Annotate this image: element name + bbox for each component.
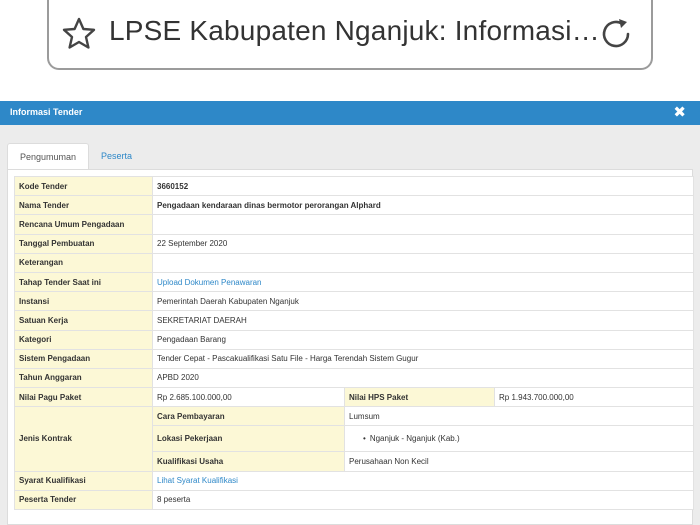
- table-row: Tanggal Pembuatan 22 September 2020: [14, 233, 694, 254]
- tanggal-value: 22 September 2020: [152, 233, 694, 254]
- kategori-value: Pengadaan Barang: [152, 329, 694, 350]
- sub-label: Cara Pembayaran: [152, 406, 345, 427]
- rup-value: [152, 214, 694, 235]
- table-row: Jenis Kontrak Cara Pembayaran Lumsum: [14, 406, 694, 472]
- instansi-value: Pemerintah Daerah Kabupaten Nganjuk: [152, 291, 694, 312]
- table-row: Syarat Kualifikasi Lihat Syarat Kualifik…: [14, 470, 694, 491]
- tahap-tender-link[interactable]: Upload Dokumen Penawaran: [157, 278, 262, 287]
- sistem-value: Tender Cepat - Pascakualifikasi Satu Fil…: [152, 348, 694, 369]
- row-label: Syarat Kualifikasi: [14, 470, 153, 491]
- sub-label: Lokasi Pekerjaan: [152, 425, 345, 453]
- table-row: Tahun Anggaran APBD 2020: [14, 367, 694, 389]
- table-row: Nilai Pagu Paket Rp 2.685.100.000,00 Nil…: [14, 387, 694, 408]
- kualifikasi-usaha-value: Perusahaan Non Kecil: [344, 451, 694, 472]
- row-label: Satuan Kerja: [14, 310, 153, 331]
- tab-panel: Kode Tender 3660152 Nama Tender Pengadaa…: [7, 169, 694, 525]
- tender-info-table: Kode Tender 3660152 Nama Tender Pengadaa…: [14, 175, 694, 511]
- table-row: Peserta Tender 8 peserta: [14, 489, 694, 511]
- row-label: Kategori: [14, 329, 153, 350]
- row-label: Sistem Pengadaan: [14, 348, 153, 369]
- modal-body: Pengumuman Peserta Kode Tender 3660152 N…: [0, 125, 700, 525]
- lokasi-list: Nganjuk - Nganjuk (Kab.): [349, 434, 689, 443]
- lokasi-cell: Nganjuk - Nganjuk (Kab.): [344, 425, 694, 453]
- cara-value: Lumsum: [344, 406, 694, 427]
- table-row: Keterangan: [14, 252, 694, 273]
- nama-tender-value: Pengadaan kendaraan dinas bermotor peror…: [152, 195, 694, 216]
- table-row: Kategori Pengadaan Barang: [14, 329, 694, 350]
- table-row: Instansi Pemerintah Daerah Kabupaten Nga…: [14, 291, 694, 312]
- row-label: Tahun Anggaran: [14, 367, 153, 389]
- tender-info-modal: Informasi Tender ✖ Pengumuman Peserta Ko…: [0, 101, 700, 525]
- hps-value: Rp 1.943.700.000,00: [494, 387, 694, 408]
- row-label: Nama Tender: [14, 195, 153, 216]
- row-label: Jenis Kontrak: [14, 406, 153, 472]
- browser-title-bar: LPSE Kabupaten Nganjuk: Informasi…: [47, 0, 653, 70]
- table-row: Tahap Tender Saat ini Upload Dokumen Pen…: [14, 271, 694, 293]
- kode-tender-value: 3660152: [152, 175, 694, 197]
- reload-icon[interactable]: [598, 16, 634, 52]
- peserta-value: 8 peserta: [152, 489, 694, 511]
- page-title: LPSE Kabupaten Nganjuk: Informasi…: [109, 15, 600, 46]
- keterangan-value: [152, 252, 694, 273]
- table-row: Sistem Pengadaan Tender Cepat - Pascakua…: [14, 348, 694, 369]
- star-icon[interactable]: [61, 16, 97, 52]
- modal-title: Informasi Tender: [10, 107, 83, 117]
- row-label: Nilai Pagu Paket: [14, 387, 153, 408]
- table-row: Rencana Umum Pengadaan: [14, 214, 694, 235]
- tahap-cell: Upload Dokumen Penawaran: [152, 271, 694, 293]
- row-label: Rencana Umum Pengadaan: [14, 214, 153, 235]
- tab-pengumuman[interactable]: Pengumuman: [7, 143, 90, 170]
- satker-value: SEKRETARIAT DAERAH: [152, 310, 694, 331]
- row-label: Tahap Tender Saat ini: [14, 271, 153, 293]
- row-label: Tanggal Pembuatan: [14, 233, 153, 254]
- row-label: Peserta Tender: [14, 489, 153, 511]
- syarat-kualifikasi-link[interactable]: Lihat Syarat Kualifikasi: [157, 476, 238, 485]
- row-label: Instansi: [14, 291, 153, 312]
- pagu-value: Rp 2.685.100.000,00: [152, 387, 345, 408]
- tahun-value: APBD 2020: [152, 367, 694, 389]
- table-row: Satuan Kerja SEKRETARIAT DAERAH: [14, 310, 694, 331]
- modal-header: Informasi Tender ✖: [0, 101, 700, 125]
- syarat-cell: Lihat Syarat Kualifikasi: [152, 470, 694, 491]
- tab-peserta[interactable]: Peserta: [89, 143, 144, 170]
- table-row: Nama Tender Pengadaan kendaraan dinas be…: [14, 195, 694, 216]
- row-label: Kode Tender: [14, 175, 153, 197]
- row-label: Nilai HPS Paket: [344, 387, 495, 408]
- tab-bar: Pengumuman Peserta: [7, 143, 144, 170]
- close-icon[interactable]: ✖: [673, 104, 686, 122]
- list-item: Nganjuk - Nganjuk (Kab.): [349, 434, 689, 443]
- table-row: Kode Tender 3660152: [14, 175, 694, 197]
- sub-label: Kualifikasi Usaha: [152, 451, 345, 472]
- row-label: Keterangan: [14, 252, 153, 273]
